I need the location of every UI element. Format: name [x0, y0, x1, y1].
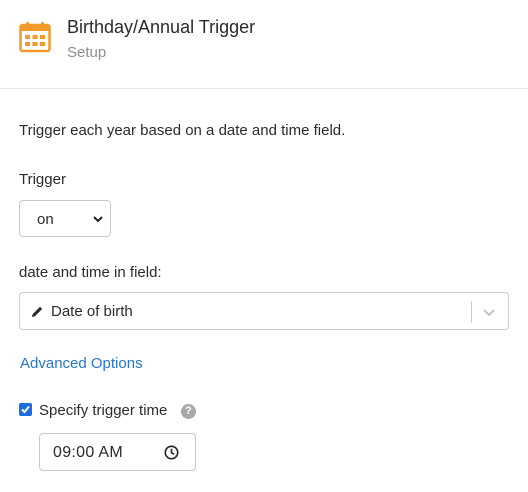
trigger-description: Trigger each year based on a date and ti…	[19, 122, 346, 139]
check-icon	[21, 405, 30, 414]
calendar-icon	[19, 22, 51, 53]
trigger-label: Trigger	[19, 171, 66, 188]
specify-time-label[interactable]: Specify trigger time	[39, 402, 167, 419]
field-label: date and time in field:	[19, 264, 162, 281]
field-select-value: Date of birth	[51, 303, 133, 320]
trigger-time-value: 09:00 AM	[53, 444, 124, 461]
panel-title: Birthday/Annual Trigger	[67, 17, 256, 37]
clock-icon[interactable]	[164, 445, 179, 460]
panel-header: Birthday/Annual Trigger Setup	[0, 0, 528, 89]
trigger-select-value: on	[37, 211, 54, 228]
select-divider	[471, 301, 472, 323]
panel-subtitle: Setup	[67, 44, 107, 61]
chevron-down-icon	[93, 216, 103, 223]
pencil-icon	[32, 306, 43, 317]
advanced-options-link[interactable]: Advanced Options	[20, 355, 143, 372]
specify-time-checkbox[interactable]	[19, 403, 32, 416]
field-select[interactable]: Date of birth	[19, 292, 509, 330]
question-icon[interactable]: ?	[181, 404, 196, 419]
chevron-down-icon[interactable]	[482, 305, 496, 319]
trigger-select[interactable]: on	[19, 200, 111, 237]
trigger-time-input[interactable]: 09:00 AM	[39, 433, 196, 471]
